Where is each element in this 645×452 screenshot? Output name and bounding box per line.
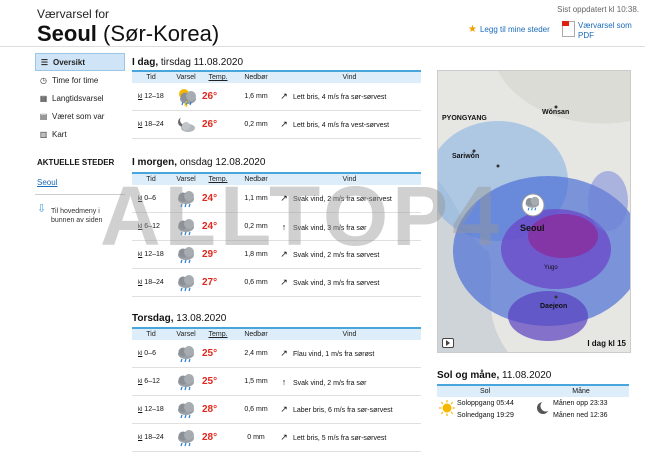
play-icon[interactable] [442, 338, 454, 348]
sidebar-item-time-for-time[interactable]: ◷ Time for time [35, 71, 125, 89]
col-temp[interactable]: Temp. [202, 70, 234, 83]
wind-arrow-icon: ↗ [280, 404, 288, 414]
table-row: kl 18–24 27° 0,6 mm ↗ Svak vind, 3 m/s fr… [132, 268, 421, 297]
sidebar-item-langtidsvarsel[interactable]: ▦ Langtidsvarsel [35, 89, 125, 107]
cloud-rain-icon [178, 274, 194, 292]
map-label-sariwon: Sariwŏn [452, 153, 480, 160]
current-place-link[interactable]: Seoul [37, 178, 57, 187]
wind-arrow-icon: ↗ [280, 119, 288, 129]
wind-arrow-icon: ↗ [280, 277, 288, 287]
day-heading: I dag, tirsdag 11.08.2020 [132, 57, 244, 68]
moonrise: Månen opp 23:33 [553, 399, 608, 407]
pdf-icon [562, 21, 575, 37]
table-row: kl 0–6 25° 2,4 mm ↗ Flau vind, 1 m/s fra … [132, 340, 421, 368]
sunset: Solnedgang 19:29 [457, 411, 514, 419]
map-label-pyongyang: PYONGYANG [442, 115, 487, 122]
sun-icon [439, 400, 455, 416]
table-row: kl 18–24 28° 0 mm ↗ Lett bris, 5 m/s fra … [132, 423, 421, 452]
map-label-yugo: Yugo [544, 265, 558, 271]
cloud-rain-icon [178, 401, 194, 419]
day-heading: I morgen, onsdag 12.08.2020 [132, 157, 266, 168]
table-row: kl 18–24 26° 0,2 mm ↗ Lett bris, 4 m/s fr… [132, 110, 421, 139]
forecast-table-thursday: Tid Varsel Temp. Nedbør Vind kl 0–6 25° … [132, 327, 421, 452]
clock-icon: ◷ [40, 75, 47, 85]
moonset: Månen ned 12:36 [553, 411, 608, 419]
calendar-icon: ▦ [39, 93, 48, 103]
sidebar-item-kart[interactable]: ▥ Kart [35, 125, 125, 143]
page-subtitle: Værvarsel for [37, 7, 110, 21]
partly-cloudy-rain-thunder-icon [179, 88, 196, 107]
sun-moon-heading: Sol og måne, 11.08.2020 [437, 370, 552, 381]
sun-moon-table: Sol Måne Soloppgang 05:44 Månen opp 23:3… [437, 384, 629, 421]
col-temp[interactable]: Temp. [202, 327, 234, 340]
map-label-daejeon: Daejeon [540, 303, 568, 310]
table-row: kl 12–18 28° 0,6 mm ↗ Laber bris, 6 m/s f… [132, 395, 421, 424]
map-label-seoul: Seoul [520, 223, 545, 233]
page-title: Seoul (Sør-Korea) [37, 21, 219, 47]
table-row: kl 6–12 25° 1,5 mm ↑ Svak vind, 2 m/s fra… [132, 367, 421, 396]
table-row: kl 12–18 26° 1,6 mm ↗ Lett bris, 4 m/s fr… [132, 83, 421, 111]
history-icon: ▤ [39, 111, 48, 121]
col-rain: Nedbør [234, 70, 278, 83]
map-caption: I dag kl 15 [587, 339, 626, 348]
wind-arrow-icon: ↗ [280, 432, 288, 442]
arrow-down-icon: ⇩ [37, 203, 47, 215]
col-time: Tid [132, 327, 170, 340]
wind-arrow-icon: ↑ [281, 376, 287, 387]
moon-icon [537, 400, 552, 414]
cloud-rain-icon [178, 429, 194, 447]
country-name: (Sør-Korea) [103, 21, 220, 46]
watermark: ALLTOP4 [100, 169, 503, 263]
star-icon: ★ [468, 24, 477, 35]
map-icon: ▥ [39, 129, 48, 139]
col-rain: Nedbør [234, 327, 278, 340]
col-wind: Vind [278, 327, 421, 340]
sun-header: Sol [437, 384, 533, 397]
city-name: Seoul [37, 21, 97, 46]
map-label-wonsan: Wŏnsan [542, 109, 570, 116]
sunrise: Soloppgang 05:44 [457, 399, 514, 407]
last-updated: Sist oppdatert kl 10:38. [557, 5, 639, 14]
wind-arrow-icon: ↗ [280, 348, 288, 358]
list-icon: ☰ [40, 57, 49, 67]
col-wind: Vind [278, 70, 421, 83]
add-favorite-button[interactable]: ★ Legg til mine steder [468, 24, 550, 35]
sidebar-item-vaeret-som-var[interactable]: ▤ Været som var [35, 107, 125, 125]
col-time: Tid [132, 70, 170, 83]
sidebar-item-oversikt[interactable]: ☰ Oversikt [35, 53, 125, 71]
day-heading: Torsdag, 13.08.2020 [132, 313, 227, 324]
moon-header: Måne [533, 384, 629, 397]
col-forecast: Varsel [170, 70, 202, 83]
forecast-table-today: Tid Varsel Temp. Nedbør Vind kl 12–18 26… [132, 70, 421, 139]
wind-arrow-icon: ↗ [280, 91, 288, 101]
col-forecast: Varsel [170, 327, 202, 340]
header-divider [0, 46, 645, 47]
sidebar-nav: ☰ Oversikt ◷ Time for time ▦ Langtidsvarsel… [35, 53, 125, 143]
current-places-heading: AKTUELLE STEDER [37, 158, 115, 167]
moon-cloud-icon [178, 114, 195, 132]
cloud-rain-icon [178, 345, 194, 363]
cloud-rain-icon [178, 373, 194, 391]
